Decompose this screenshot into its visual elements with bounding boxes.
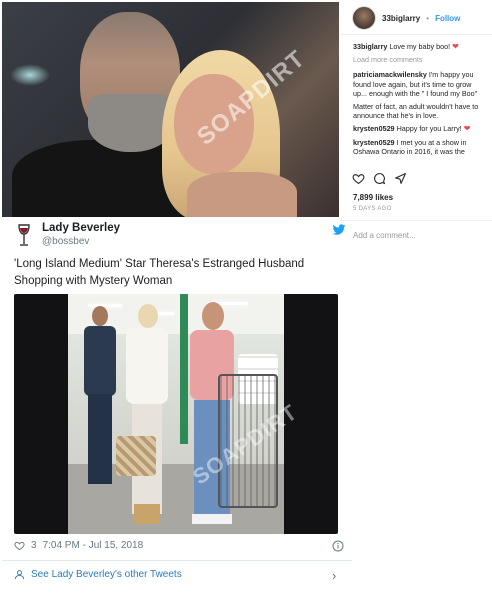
store-scene: SOAPDIRT bbox=[68, 294, 302, 534]
tweet-handle[interactable]: @bossbev bbox=[42, 236, 89, 247]
dot-separator: • bbox=[426, 13, 430, 23]
see-other-tweets-label: See Lady Beverley's other Tweets bbox=[31, 569, 182, 580]
post-time: 5 DAYS AGO bbox=[353, 206, 392, 212]
person-icon bbox=[14, 570, 25, 580]
boots bbox=[134, 504, 160, 524]
chevron-right-icon[interactable]: › bbox=[332, 568, 336, 583]
twitter-bird-icon[interactable] bbox=[332, 224, 346, 236]
comment-text: Matter of fact, an adult wouldn't have t… bbox=[353, 102, 479, 121]
tweet-meta: 3 7:04 PM - Jul 15, 2018 bbox=[14, 540, 143, 551]
share-icon[interactable] bbox=[394, 172, 407, 185]
tweet-display-name[interactable]: Lady Beverley bbox=[42, 222, 120, 234]
comment-text: Happy for you Larry! bbox=[396, 124, 462, 134]
load-more-comments-link[interactable]: Load more comments bbox=[353, 55, 487, 64]
tweet-media-photo[interactable]: SOAPDIRT bbox=[14, 294, 338, 534]
follow-button[interactable]: Follow bbox=[435, 14, 460, 23]
instagram-username[interactable]: 33biglarry bbox=[382, 14, 420, 23]
instagram-post-photo: SOAPDIRT bbox=[2, 2, 339, 217]
divider bbox=[2, 560, 352, 561]
post-actions bbox=[352, 172, 407, 185]
person-legs bbox=[88, 394, 112, 484]
tweet-timestamp[interactable]: 7:04 PM - Jul 15, 2018 bbox=[43, 540, 144, 551]
comment-item: Matter of fact, an adult wouldn't have t… bbox=[353, 102, 487, 120]
instagram-header: 33biglarry • Follow bbox=[352, 6, 460, 30]
wine-glass-avatar-icon[interactable] bbox=[14, 224, 34, 248]
tweet-text: 'Long Island Medium' Star Theresa's Estr… bbox=[14, 258, 305, 287]
heart-emoji-icon: ❤ bbox=[463, 124, 471, 134]
caption-text: Love my baby boo! bbox=[389, 42, 451, 51]
info-icon[interactable] bbox=[332, 540, 344, 552]
divider bbox=[340, 220, 492, 221]
sneakers bbox=[192, 514, 232, 524]
comment-item: patriciamackwilensky I'm happy you found… bbox=[353, 70, 487, 98]
comment-item: krysten0529 I met you at a show in Oshaw… bbox=[353, 138, 487, 156]
divider bbox=[340, 34, 492, 35]
photo-woman-body bbox=[187, 172, 297, 217]
comment-user[interactable]: krysten0529 bbox=[353, 138, 395, 147]
heart-emoji-icon: ❤ bbox=[452, 42, 459, 51]
handbag bbox=[116, 436, 156, 476]
photo-light bbox=[10, 64, 50, 86]
heart-outline-icon[interactable] bbox=[14, 540, 25, 551]
person-head bbox=[92, 306, 108, 326]
like-count[interactable]: 3 bbox=[31, 540, 37, 551]
caption-user[interactable]: 33biglarry bbox=[353, 42, 387, 51]
comment-user[interactable]: patriciamackwilensky bbox=[353, 70, 427, 79]
add-comment-input[interactable]: Add a comment... bbox=[353, 231, 416, 240]
tweet-card: Lady Beverley @bossbev 'Long Island Medi… bbox=[2, 218, 352, 598]
comment-icon[interactable] bbox=[373, 172, 386, 185]
likes-count[interactable]: 7,899 likes bbox=[353, 193, 393, 202]
comment-item: krysten0529 Happy for you Larry! ❤ bbox=[353, 124, 487, 133]
instagram-side-panel: 33biglarry • Follow 33biglarry Love my b… bbox=[340, 0, 492, 250]
caption: 33biglarry Love my baby boo! ❤ bbox=[353, 42, 487, 51]
avatar[interactable] bbox=[352, 6, 376, 30]
person-head bbox=[138, 304, 158, 328]
person-torso bbox=[126, 328, 168, 404]
person-head bbox=[202, 302, 224, 330]
heart-icon[interactable] bbox=[352, 172, 365, 185]
person-torso bbox=[84, 326, 116, 396]
comment-user[interactable]: krysten0529 bbox=[353, 124, 395, 133]
see-other-tweets-link[interactable]: See Lady Beverley's other Tweets bbox=[14, 569, 182, 580]
person-left bbox=[80, 306, 120, 496]
comments-list: 33biglarry Love my baby boo! ❤ Load more… bbox=[353, 42, 487, 160]
person-woman bbox=[116, 304, 176, 534]
